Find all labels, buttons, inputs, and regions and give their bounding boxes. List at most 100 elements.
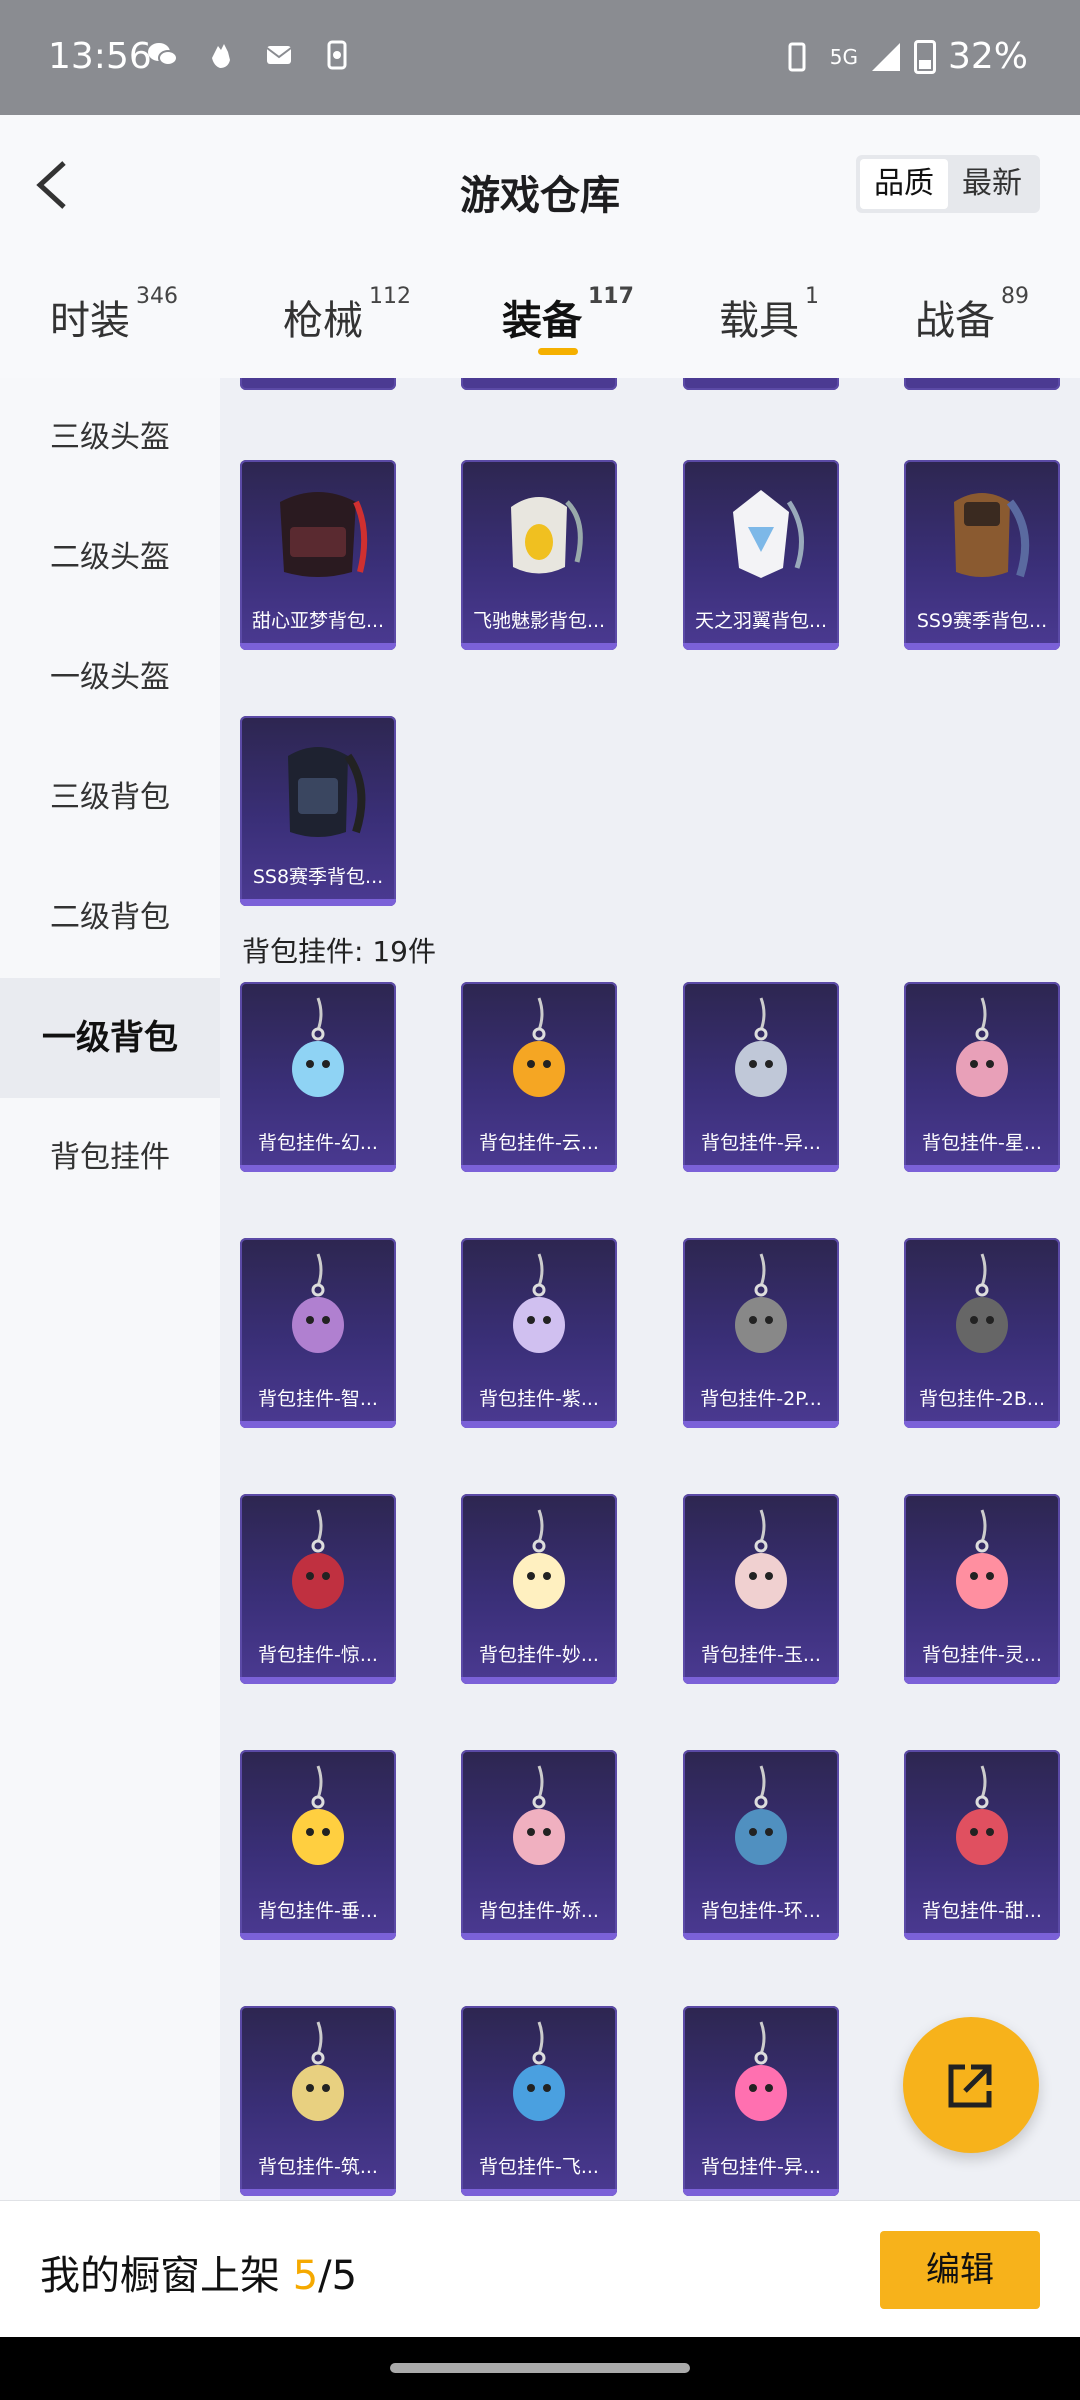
pendant-icon xyxy=(292,2021,344,2121)
item-label: 背包挂件-垂... xyxy=(258,1900,378,1922)
item-label: 背包挂件-玉... xyxy=(701,1644,821,1666)
item-card[interactable]: 背包挂件-紫... xyxy=(461,1238,617,1428)
pendant-icon xyxy=(513,1765,565,1865)
sidebar-item-level2-backpack[interactable]: 二级背包 xyxy=(0,858,220,978)
item-card[interactable]: 背包挂件-2P... xyxy=(683,1238,839,1428)
pendant-icon xyxy=(513,1253,565,1353)
sort-newest[interactable]: 最新 xyxy=(948,159,1036,209)
section-title: 背包挂件: 19件 xyxy=(242,935,436,968)
partial-card xyxy=(461,378,617,390)
sidebar-item-level1-helmet[interactable]: 一级头盔 xyxy=(0,618,220,738)
pendant-icon xyxy=(292,1253,344,1353)
item-card[interactable]: 背包挂件-筑... xyxy=(240,2006,396,2196)
backpack-icon xyxy=(954,493,1030,578)
item-label: 背包挂件-异... xyxy=(701,2156,821,2178)
pendant-icon xyxy=(956,1765,1008,1865)
quality-strip xyxy=(240,643,396,650)
item-label: 背包挂件-2B... xyxy=(918,1388,1046,1410)
pendant-icon xyxy=(292,997,344,1097)
tab-vehicles[interactable]: 载具1 xyxy=(719,284,819,346)
pendant-icon xyxy=(292,1765,344,1865)
quality-strip xyxy=(904,1933,1060,1940)
item-card[interactable]: 背包挂件-灵... xyxy=(904,1494,1060,1684)
pendant-icon xyxy=(735,1509,787,1609)
notification-icons xyxy=(146,38,354,72)
tab-equipment[interactable]: 装备117 xyxy=(502,284,634,346)
quality-strip xyxy=(683,2189,839,2196)
pendant-icon xyxy=(956,997,1008,1097)
item-card[interactable]: 背包挂件-智... xyxy=(240,1238,396,1428)
share-fab[interactable] xyxy=(903,2017,1039,2153)
tab-fashion[interactable]: 时装346 xyxy=(50,284,178,346)
pendant-icon xyxy=(735,2021,787,2121)
showcase-status: 我的橱窗上架 5/5 xyxy=(40,2253,358,2299)
pendant-icon xyxy=(735,1253,787,1353)
wechat-icon xyxy=(148,43,178,66)
item-label: 背包挂件-甜... xyxy=(922,1900,1042,1922)
backpack-icon xyxy=(733,490,804,578)
item-card[interactable]: 背包挂件-2B... xyxy=(904,1238,1060,1428)
item-card[interactable]: 甜心亚梦背包... xyxy=(240,460,396,650)
item-card[interactable]: 背包挂件-妙... xyxy=(461,1494,617,1684)
sidebar-item-pendants[interactable]: 背包挂件 xyxy=(0,1098,220,1218)
item-card[interactable]: 背包挂件-环... xyxy=(683,1750,839,1940)
status-right: 5G 32% xyxy=(784,36,1028,77)
header: 游戏仓库 品质 最新 xyxy=(0,115,1080,260)
status-time: 13:56 xyxy=(48,36,152,77)
sidebar-item-level2-helmet[interactable]: 二级头盔 xyxy=(0,498,220,618)
backpack-icon xyxy=(288,747,366,837)
item-card[interactable]: 背包挂件-云... xyxy=(461,982,617,1172)
tab-supplies[interactable]: 战备89 xyxy=(915,284,1029,346)
item-card[interactable]: SS8赛季背包... xyxy=(240,716,396,906)
item-label: 背包挂件-灵... xyxy=(922,1644,1042,1666)
item-grid: 甜心亚梦背包... 飞驰魅影背包... 天之羽翼背包... SS9赛季背包...… xyxy=(220,378,1080,2200)
partial-card xyxy=(904,378,1060,390)
quality-strip xyxy=(683,1421,839,1428)
tab-weapons[interactable]: 枪械112 xyxy=(283,284,411,346)
item-label: 飞驰魅影背包... xyxy=(472,610,606,632)
partial-card xyxy=(683,378,839,390)
item-card[interactable]: 背包挂件-异... xyxy=(683,2006,839,2196)
quality-strip xyxy=(240,1421,396,1428)
home-handle[interactable] xyxy=(390,2363,690,2373)
item-label: 背包挂件-紫... xyxy=(479,1388,599,1410)
quality-strip xyxy=(683,643,839,650)
pendant-icon xyxy=(513,997,565,1097)
pendant-icon xyxy=(513,1509,565,1609)
system-nav-bar xyxy=(0,2337,1080,2400)
item-card[interactable]: 背包挂件-惊... xyxy=(240,1494,396,1684)
item-card[interactable]: 飞驰魅影背包... xyxy=(461,460,617,650)
sidebar-item-level1-backpack[interactable]: 一级背包 xyxy=(0,978,220,1098)
item-label: 背包挂件-云... xyxy=(479,1132,599,1154)
quality-strip xyxy=(904,643,1060,650)
quality-strip xyxy=(461,2189,617,2196)
item-card[interactable]: 背包挂件-玉... xyxy=(683,1494,839,1684)
quality-strip xyxy=(240,2189,396,2196)
pendant-icon xyxy=(956,1509,1008,1609)
item-card[interactable]: 背包挂件-娇... xyxy=(461,1750,617,1940)
quality-strip xyxy=(904,1677,1060,1684)
item-card[interactable]: 背包挂件-飞... xyxy=(461,2006,617,2196)
backpack-icon xyxy=(511,497,583,574)
item-card[interactable]: 天之羽翼背包... xyxy=(683,460,839,650)
sidebar-item-level3-helmet[interactable]: 三级头盔 xyxy=(0,378,220,498)
item-label: 背包挂件-智... xyxy=(258,1388,378,1410)
item-card[interactable]: 背包挂件-垂... xyxy=(240,1750,396,1940)
share-external-icon xyxy=(948,2064,992,2108)
pendant-icon xyxy=(956,1253,1008,1353)
pendant-icon xyxy=(292,1509,344,1609)
category-tabs: 时装346 枪械112 装备117 载具1 战备89 xyxy=(0,260,1080,378)
bottom-bar: 我的橱窗上架 5/5 编辑 xyxy=(0,2200,1080,2337)
item-card[interactable]: 背包挂件-甜... xyxy=(904,1750,1060,1940)
quality-strip xyxy=(461,1933,617,1940)
sidebar-item-level3-backpack[interactable]: 三级背包 xyxy=(0,738,220,858)
quality-strip xyxy=(461,643,617,650)
item-label: 背包挂件-妙... xyxy=(479,1644,599,1666)
sort-quality[interactable]: 品质 xyxy=(860,159,948,209)
item-card[interactable]: 背包挂件-异... xyxy=(683,982,839,1172)
item-card[interactable]: SS9赛季背包... xyxy=(904,460,1060,650)
item-card[interactable]: 背包挂件-幻... xyxy=(240,982,396,1172)
edit-button[interactable]: 编辑 xyxy=(880,2231,1040,2309)
signal-icon xyxy=(871,42,900,71)
item-card[interactable]: 背包挂件-星... xyxy=(904,982,1060,1172)
